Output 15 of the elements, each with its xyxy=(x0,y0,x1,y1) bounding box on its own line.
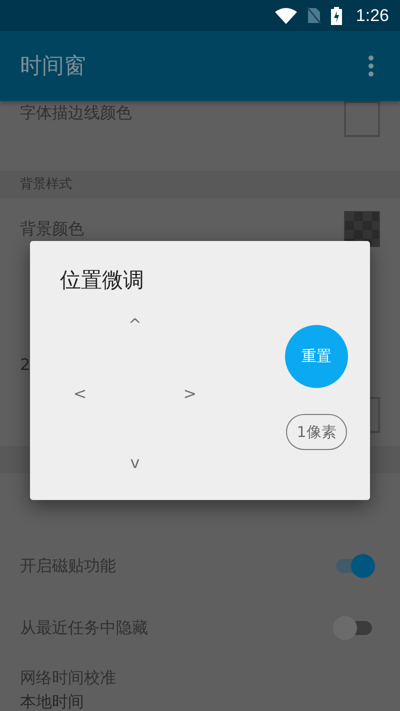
reset-button[interactable]: 重置 xyxy=(285,325,348,388)
arrow-button[interactable]: < xyxy=(68,381,92,405)
no-sim-icon xyxy=(306,7,321,24)
more-menu-icon[interactable] xyxy=(368,55,374,77)
setting-summary: 本地时间 xyxy=(20,691,85,711)
dialog-title: 位置微调 xyxy=(60,267,145,294)
step-button[interactable]: 1像素 xyxy=(286,414,348,450)
app-title: 时间窗 xyxy=(20,53,86,81)
wifi-icon xyxy=(274,8,297,24)
status-time: 1:26 xyxy=(356,6,389,26)
arrow-button[interactable]: > xyxy=(178,381,202,405)
arrow-button[interactable]: v xyxy=(123,450,147,474)
arrow-button[interactable]: ^ xyxy=(123,312,147,336)
color-swatch[interactable] xyxy=(344,101,380,137)
battery-charging-icon xyxy=(330,6,342,24)
